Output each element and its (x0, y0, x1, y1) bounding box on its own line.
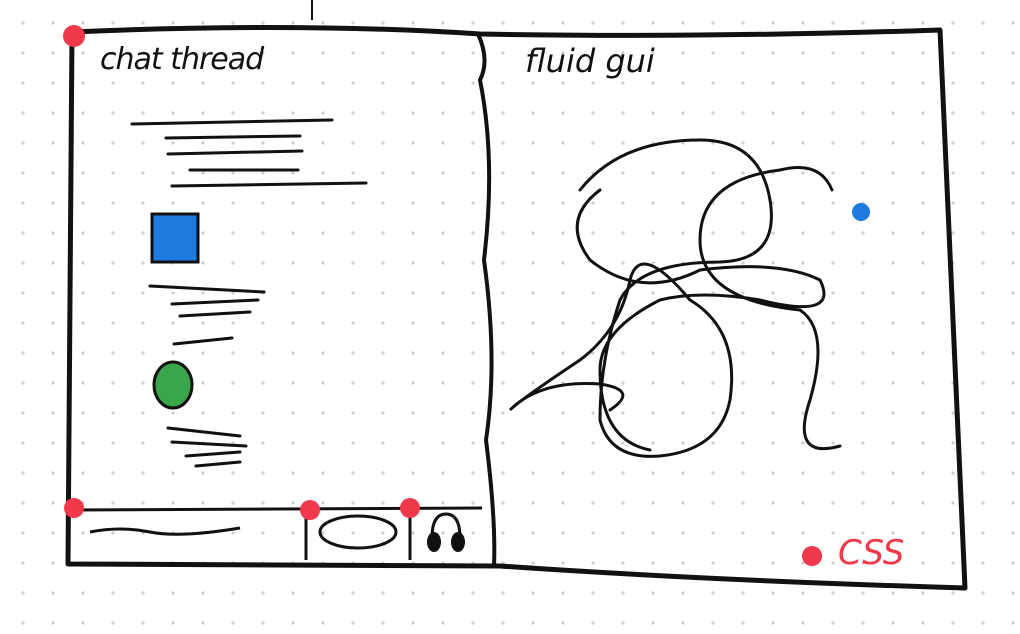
chat-message-text-3 (166, 426, 248, 468)
image-attachment-icon (150, 212, 200, 264)
fluid-control-dot[interactable] (852, 203, 870, 221)
fluid-gui-title: fluid gui (525, 42, 655, 80)
css-legend-label: CSS (838, 533, 905, 573)
panel-divider (476, 33, 497, 567)
avatar-icon (152, 360, 194, 410)
chat-message-text-2 (148, 284, 266, 346)
marker-dot (802, 546, 822, 566)
fluid-scribble (508, 138, 842, 458)
marker-dot (300, 500, 320, 520)
headphones-icon[interactable] (427, 512, 465, 552)
chat-message-text-1 (130, 118, 368, 188)
marker-dot (63, 25, 85, 47)
send-button[interactable] (318, 514, 398, 550)
message-input[interactable] (89, 526, 241, 536)
app-frame (65, 24, 968, 591)
marker-dot (64, 498, 84, 518)
chat-thread-title: chat thread (100, 42, 264, 77)
marker-dot (400, 498, 420, 518)
